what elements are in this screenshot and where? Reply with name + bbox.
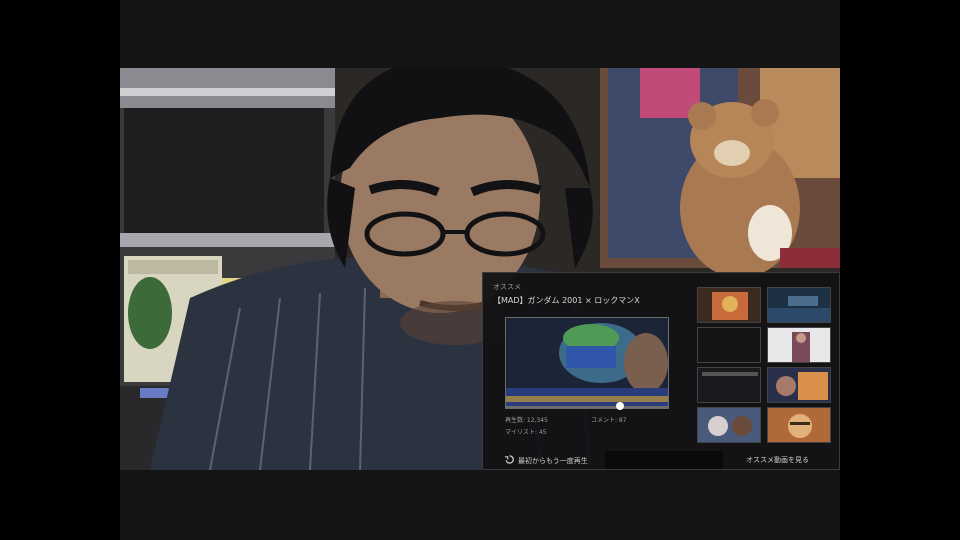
thumb-5-image [698, 368, 760, 402]
thumb-7-image [698, 408, 760, 442]
replay-label: 最初からもう一度再生 [518, 457, 588, 465]
featured-thumbnail-image [506, 318, 668, 408]
recommended-thumb-6[interactable] [767, 367, 831, 403]
letterbox-bottom [120, 470, 840, 540]
more-recommendations-link[interactable]: オススメ動画を見る [746, 455, 809, 465]
recommended-thumb-1[interactable] [697, 287, 761, 323]
progress-bar[interactable] [505, 406, 669, 409]
player-end-panel: オススメ 【MAD】ガンダム 2001 × ロックマンX 再生数: 12,345… [482, 272, 840, 470]
recommended-thumb-2[interactable] [767, 287, 831, 323]
thumb-2-image [768, 288, 830, 322]
panel-label: オススメ [493, 283, 521, 291]
featured-video-thumbnail[interactable] [505, 317, 669, 409]
recommended-thumb-5[interactable] [697, 367, 761, 403]
recommended-thumb-3[interactable] [697, 327, 761, 363]
recommended-thumb-4[interactable] [767, 327, 831, 363]
replay-button[interactable]: 最初からもう一度再生 [505, 455, 588, 466]
progress-handle[interactable] [615, 402, 624, 410]
recommended-thumb-8[interactable] [767, 407, 831, 443]
comment-count: コメント: 87 [591, 417, 627, 424]
thumb-1-image [698, 288, 760, 322]
letterbox-top [120, 0, 840, 68]
recommended-thumb-7[interactable] [697, 407, 761, 443]
thumb-4-image [768, 328, 830, 362]
view-count: 再生数: 12,345 [505, 417, 548, 424]
thumb-3-image [698, 328, 760, 362]
video-title-link[interactable]: 【MAD】ガンダム 2001 × ロックマンX [493, 295, 693, 306]
thumb-6-image [768, 368, 830, 402]
mylist-count: マイリスト: 45 [505, 429, 547, 436]
replay-icon [505, 455, 514, 464]
footer-divider [605, 451, 723, 469]
thumb-8-image [768, 408, 830, 442]
